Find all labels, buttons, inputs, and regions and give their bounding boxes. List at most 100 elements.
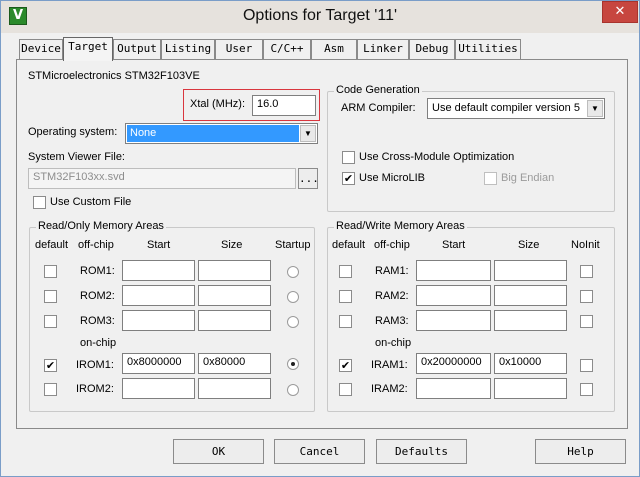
tab-output[interactable]: Output (113, 39, 161, 59)
use-custom-file-checkbox[interactable] (33, 196, 46, 209)
ram1-noinit-checkbox[interactable] (580, 265, 593, 278)
rw-onchip-label: on-chip (375, 337, 412, 349)
rw-header-offchip: off-chip (374, 239, 410, 251)
check-icon: ✔ (340, 359, 351, 372)
iram1-default-checkbox[interactable]: ✔ (339, 359, 352, 372)
irom2-start-input[interactable] (122, 378, 195, 399)
chevron-down-icon[interactable]: ▼ (300, 125, 316, 142)
iram1-start-input[interactable]: 0x20000000 (416, 353, 491, 374)
rw-header-size: Size (518, 239, 540, 251)
rom1-size-input[interactable] (198, 260, 271, 281)
ram1-label: RAM1: (375, 265, 409, 277)
iram2-start-input[interactable] (416, 378, 491, 399)
ram1-start-input[interactable] (416, 260, 491, 281)
device-name: STMicroelectronics STM32F103VE (28, 70, 200, 82)
irom1-default-checkbox[interactable]: ✔ (44, 359, 57, 372)
tab-linker[interactable]: Linker (357, 39, 409, 59)
rw-header-noinit: NoInit (571, 239, 600, 251)
iram2-default-checkbox[interactable] (339, 383, 352, 396)
rom3-start-input[interactable] (122, 310, 195, 331)
cancel-button[interactable]: Cancel (274, 439, 365, 464)
rom3-default-checkbox[interactable] (44, 315, 57, 328)
arm-compiler-select[interactable]: Use default compiler version 5 ▼ (427, 98, 605, 119)
ram3-start-input[interactable] (416, 310, 491, 331)
use-custom-file-label: Use Custom File (50, 196, 132, 208)
iram2-noinit-checkbox[interactable] (580, 383, 593, 396)
code-generation-title: Code Generation (334, 84, 422, 96)
tab-listing[interactable]: Listing (161, 39, 215, 59)
rw-memory-title: Read/Write Memory Areas (334, 220, 467, 232)
microlib-checkbox[interactable]: ✔ (342, 172, 355, 185)
tab-utilities[interactable]: Utilities (455, 39, 521, 59)
ram3-size-input[interactable] (494, 310, 567, 331)
rw-header-start: Start (442, 239, 466, 251)
cross-module-label: Use Cross-Module Optimization (359, 151, 515, 163)
tab-user[interactable]: User (215, 39, 263, 59)
svd-browse-button[interactable]: ... (298, 168, 319, 189)
rom2-startup-radio[interactable] (287, 291, 299, 303)
irom2-label: IROM2: (76, 383, 114, 395)
check-icon: ✔ (343, 172, 354, 185)
check-icon: ✔ (45, 359, 56, 372)
irom2-startup-radio[interactable] (287, 384, 299, 396)
ro-header-startup: Startup (275, 239, 311, 251)
rom3-label: ROM3: (80, 315, 115, 327)
ram3-noinit-checkbox[interactable] (580, 315, 593, 328)
microlib-label: Use MicroLIB (359, 172, 426, 184)
tab-debug[interactable]: Debug (409, 39, 455, 59)
tab-c-cpp[interactable]: C/C++ (263, 39, 311, 59)
cross-module-checkbox[interactable] (342, 151, 355, 164)
irom1-start-input[interactable]: 0x8000000 (122, 353, 195, 374)
ro-onchip-label: on-chip (80, 337, 117, 349)
rom2-start-input[interactable] (122, 285, 195, 306)
iram1-label: IRAM1: (371, 359, 408, 371)
rom1-label: ROM1: (80, 265, 115, 277)
iram2-label: IRAM2: (371, 383, 408, 395)
rom2-label: ROM2: (80, 290, 115, 302)
rw-header-default: default (332, 239, 366, 251)
ro-memory-title: Read/Only Memory Areas (36, 220, 166, 232)
rom3-startup-radio[interactable] (287, 316, 299, 328)
title-bar: V Options for Target '11' ✕ (1, 1, 639, 33)
xtal-highlight-box (183, 89, 320, 121)
ram2-size-input[interactable] (494, 285, 567, 306)
ro-header-offchip: off-chip (78, 239, 114, 251)
big-endian-checkbox (484, 172, 497, 185)
ro-header-size: Size (221, 239, 243, 251)
irom1-startup-radio[interactable] (287, 358, 299, 370)
ram2-default-checkbox[interactable] (339, 290, 352, 303)
tab-asm[interactable]: Asm (311, 39, 357, 59)
ram3-default-checkbox[interactable] (339, 315, 352, 328)
svd-label: System Viewer File: (28, 151, 125, 163)
chevron-down-icon[interactable]: ▼ (587, 100, 603, 117)
help-button[interactable]: Help (535, 439, 626, 464)
big-endian-label: Big Endian (501, 172, 555, 184)
defaults-button[interactable]: Defaults (376, 439, 467, 464)
ram1-default-checkbox[interactable] (339, 265, 352, 278)
irom2-size-input[interactable] (198, 378, 271, 399)
irom1-size-input[interactable]: 0x80000 (198, 353, 271, 374)
irom2-default-checkbox[interactable] (44, 383, 57, 396)
rom1-default-checkbox[interactable] (44, 265, 57, 278)
tab-target[interactable]: Target (63, 37, 113, 61)
ram1-size-input[interactable] (494, 260, 567, 281)
rom1-startup-radio[interactable] (287, 266, 299, 278)
rom2-default-checkbox[interactable] (44, 290, 57, 303)
ram2-noinit-checkbox[interactable] (580, 290, 593, 303)
iram1-size-input[interactable]: 0x10000 (494, 353, 567, 374)
rom3-size-input[interactable] (198, 310, 271, 331)
os-select[interactable]: None ▼ (125, 123, 318, 144)
iram1-noinit-checkbox[interactable] (580, 359, 593, 372)
iram2-size-input[interactable] (494, 378, 567, 399)
ram2-start-input[interactable] (416, 285, 491, 306)
options-dialog: V Options for Target '11' ✕ Device Targe… (0, 0, 640, 477)
rom1-start-input[interactable] (122, 260, 195, 281)
ram3-label: RAM3: (375, 315, 409, 327)
tab-device[interactable]: Device (19, 39, 63, 59)
os-select-value: None (127, 125, 299, 142)
ok-button[interactable]: OK (173, 439, 264, 464)
rom2-size-input[interactable] (198, 285, 271, 306)
os-label: Operating system: (28, 126, 118, 138)
ro-header-start: Start (147, 239, 171, 251)
close-button[interactable]: ✕ (602, 1, 638, 23)
